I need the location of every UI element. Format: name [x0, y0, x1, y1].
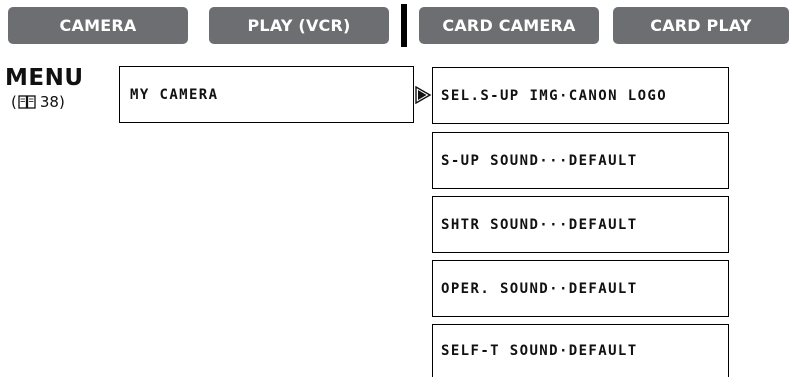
menu-option-operation-sound[interactable]: OPER. SOUND··DEFAULT: [432, 260, 729, 317]
menu-ref-open: (: [11, 93, 17, 111]
menu-option-label: OPER. SOUND··DEFAULT: [441, 280, 638, 297]
menu-option-shutter-sound[interactable]: SHTR SOUND···DEFAULT: [432, 196, 729, 253]
menu-option-label: SEL.S-UP IMG·CANON LOGO: [441, 87, 668, 104]
menu-option-startup-sound[interactable]: S-UP SOUND···DEFAULT: [432, 132, 729, 189]
menu-ref-page: 38): [39, 93, 65, 111]
tab-camera[interactable]: CAMERA: [8, 7, 188, 44]
submenu-title: MY CAMERA: [130, 86, 219, 103]
mode-divider: [401, 4, 407, 47]
tab-card-camera[interactable]: CARD CAMERA: [419, 7, 599, 44]
menu-option-label: S-UP SOUND···DEFAULT: [441, 152, 638, 169]
tab-card-play[interactable]: CARD PLAY: [613, 7, 789, 44]
arrow-right-icon: [415, 86, 432, 104]
menu-label: MENU: [5, 65, 84, 91]
menu-option-label: SHTR SOUND···DEFAULT: [441, 216, 638, 233]
menu-option-self-timer-sound[interactable]: SELF-T SOUND·DEFAULT: [432, 324, 729, 377]
menu-option-startup-image[interactable]: SEL.S-UP IMG·CANON LOGO: [432, 67, 729, 124]
menu-option-label: SELF-T SOUND·DEFAULT: [441, 343, 638, 359]
book-icon: [18, 95, 36, 109]
submenu-my-camera[interactable]: MY CAMERA: [119, 66, 414, 123]
tab-play-vcr[interactable]: PLAY (VCR): [209, 7, 389, 44]
menu-page-reference: ( 38): [11, 93, 65, 111]
